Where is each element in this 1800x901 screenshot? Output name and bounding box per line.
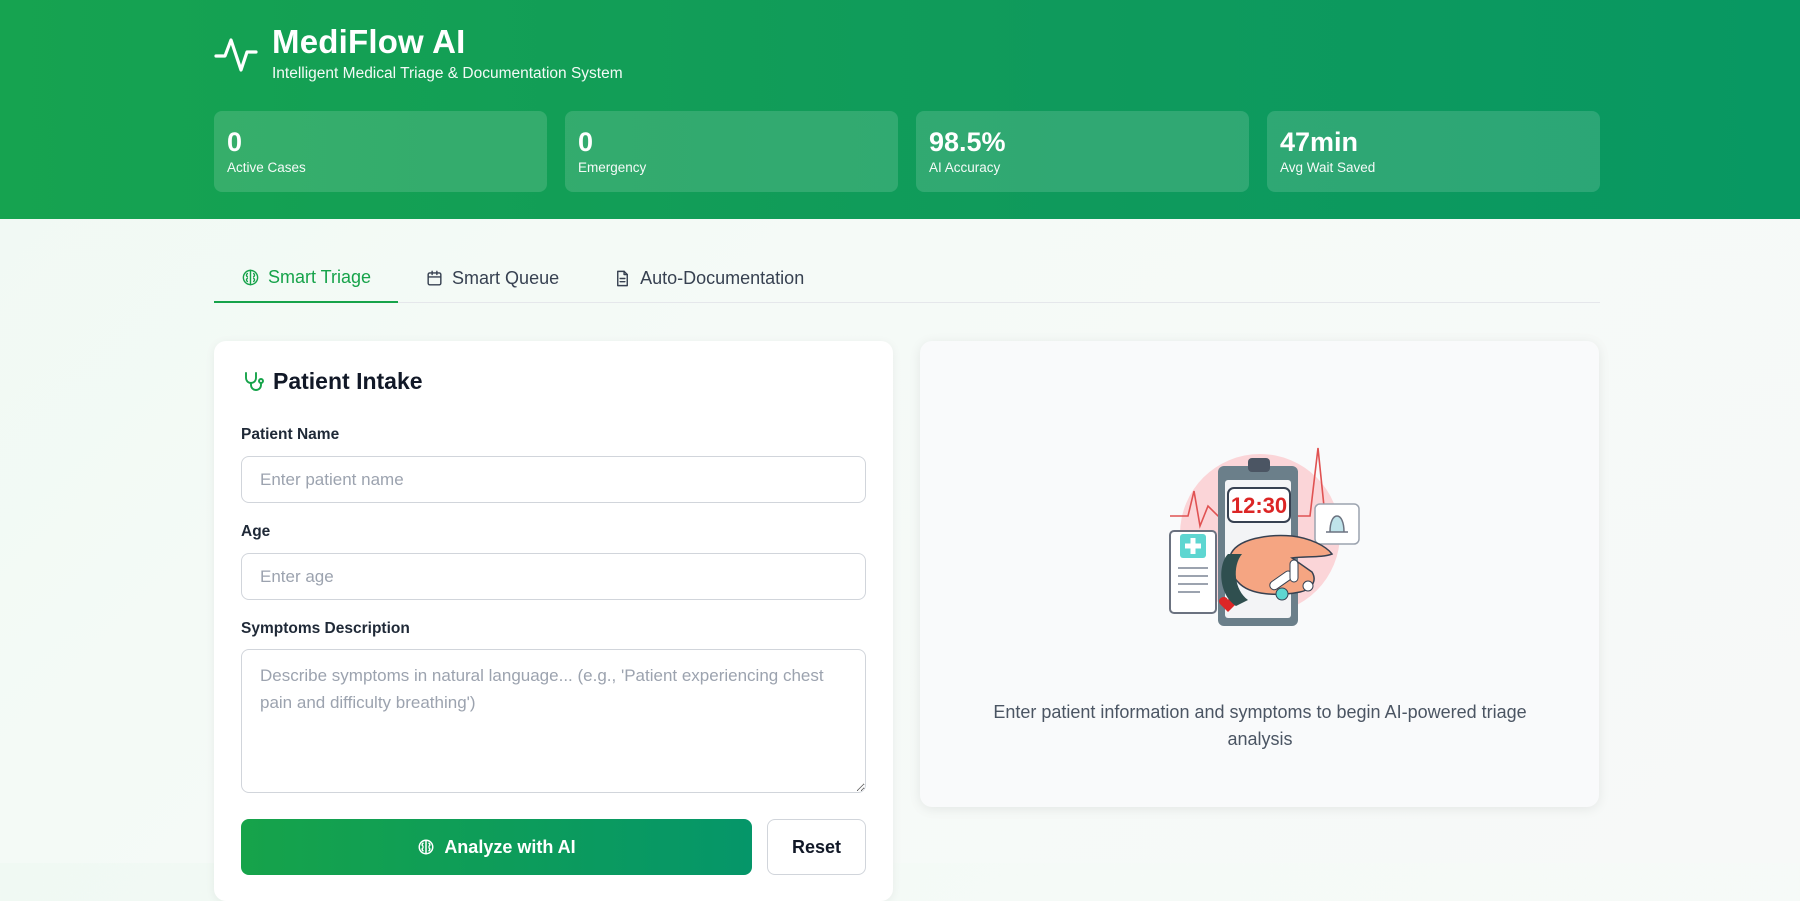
activity-pulse-icon [214,38,258,72]
brand: MediFlow AI Intelligent Medical Triage &… [214,22,623,84]
stat-value: 47min [1280,127,1359,157]
symptoms-label: Symptoms Description [241,620,410,637]
patient-intake-card: Patient Intake Patient Name Age Symptoms… [214,341,893,901]
tab-smart-queue[interactable]: Smart Queue [398,254,586,302]
intake-title: Patient Intake [241,368,423,395]
document-icon [617,270,629,286]
reset-button[interactable]: Reset [767,819,866,875]
app-title: MediFlow AI [272,23,466,60]
app-header: MediFlow AI Intelligent Medical Triage &… [0,0,1800,219]
stats-row: 0 Active Cases 0 Emergency 98.5% AI Accu… [214,111,1600,192]
tab-label: Auto-Documentation [640,267,805,288]
clock-text: 12:30 [1231,493,1287,518]
analyze-with-ai-button[interactable]: Analyze with AI [241,819,752,875]
stat-value: 0 [227,127,243,157]
tab-label: Smart Queue [452,267,560,288]
stat-card-emergency: 0 Emergency [565,111,898,192]
patient-name-label: Patient Name [241,426,340,443]
stat-label: Avg Wait Saved [1280,160,1376,175]
stat-card-ai-accuracy: 98.5% AI Accuracy [916,111,1249,192]
brain-icon [418,839,434,855]
tab-auto-documentation[interactable]: Auto-Documentation [586,254,831,302]
patient-name-input[interactable] [241,456,866,503]
medical-illustration: 12:30 [1169,447,1360,626]
tab-label: Smart Triage [268,267,372,287]
age-input[interactable] [241,553,866,600]
age-label: Age [241,523,271,540]
app-subtitle: Intelligent Medical Triage & Documentati… [272,65,623,82]
calendar-icon [427,270,442,286]
triage-result-panel: 12:30 Enter patient information and symp… [920,341,1599,807]
stat-label: Emergency [578,160,647,175]
symptoms-textarea[interactable] [241,649,866,793]
stat-label: Active Cases [227,160,306,175]
stat-value: 98.5% [929,127,1006,157]
analyze-button-label: Analyze with AI [444,836,576,857]
intake-title-text: Patient Intake [273,368,423,394]
tab-bar: Smart Triage Smart Queue Auto-Documentat… [214,254,1600,303]
stat-card-avg-wait-saved: 47min Avg Wait Saved [1267,111,1600,192]
brain-icon [242,269,259,286]
stat-value: 0 [578,127,594,157]
stat-label: AI Accuracy [929,160,1001,175]
tab-smart-triage[interactable]: Smart Triage [214,254,399,303]
empty-state-message: Enter patient information and symptoms t… [993,702,1527,749]
stat-card-active-cases: 0 Active Cases [214,111,547,192]
stethoscope-icon [245,371,264,391]
